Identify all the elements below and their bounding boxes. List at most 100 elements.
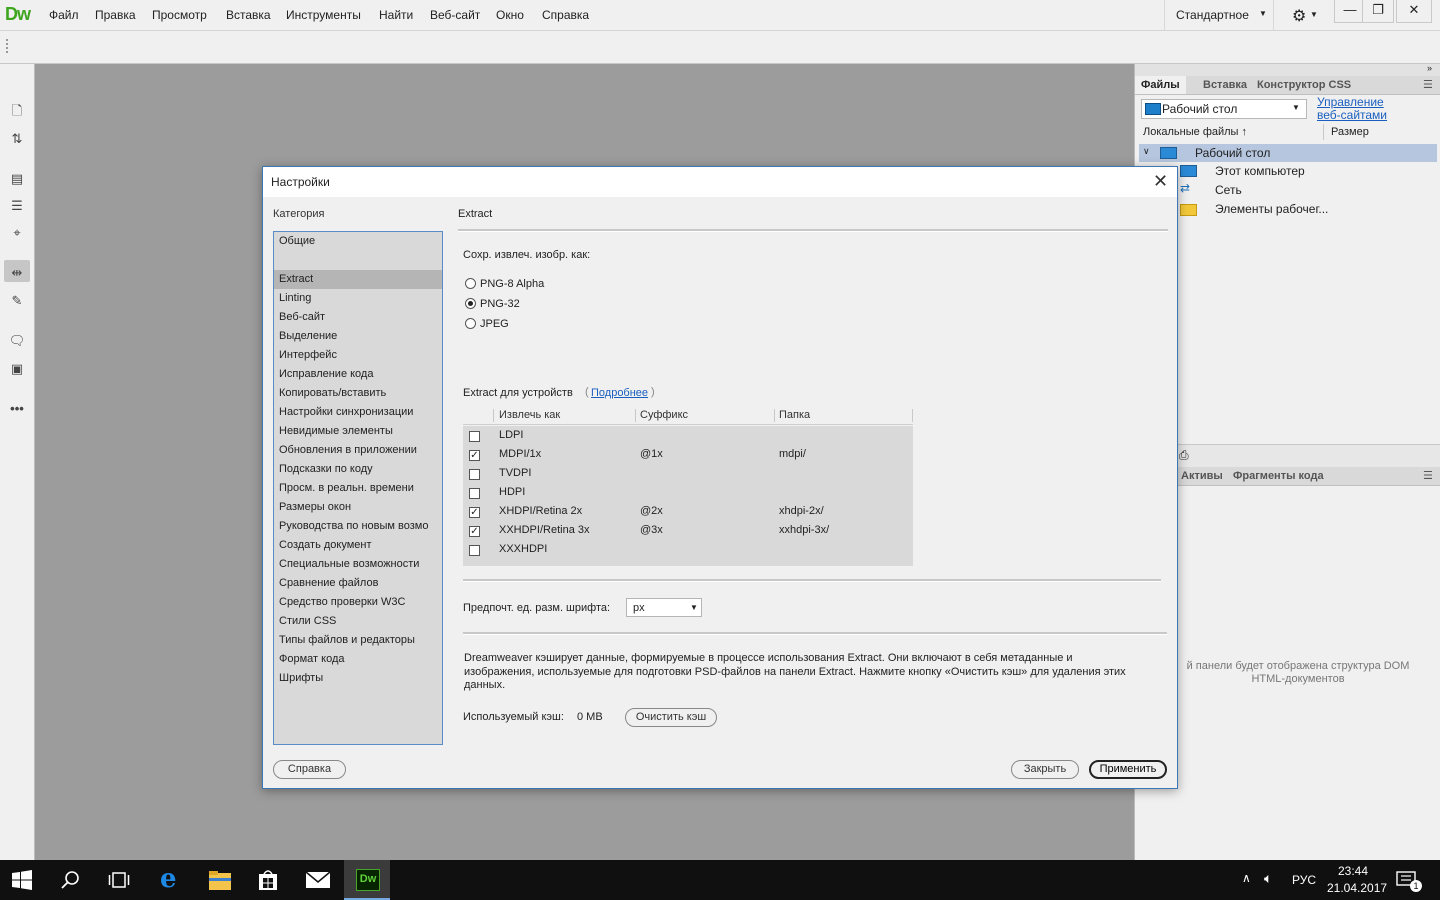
category-item[interactable]: Формат кода	[274, 650, 442, 669]
category-item[interactable]: Выделение	[274, 327, 442, 346]
device-name[interactable]: MDPI/1x	[499, 448, 541, 460]
expand-icon[interactable]: ⇹	[8, 264, 26, 282]
brush-icon[interactable]: ✎	[8, 292, 26, 310]
device-checkbox[interactable]: ✓	[469, 526, 480, 537]
new-document-icon[interactable]: 🗋	[8, 102, 26, 120]
dialog-titlebar[interactable]: Настройки ✕	[263, 167, 1177, 197]
apply-button[interactable]: Применить	[1089, 760, 1167, 779]
collapse-icon[interactable]: »	[1427, 63, 1432, 73]
more-info-link[interactable]: Подробнее	[591, 387, 648, 399]
category-item[interactable]: Просм. в реальн. времени	[274, 479, 442, 498]
category-item[interactable]: Средство проверки W3C	[274, 593, 442, 612]
category-item[interactable]: Невидимые элементы	[274, 422, 442, 441]
clear-cache-button[interactable]: Очистить кэш	[625, 708, 717, 727]
category-item[interactable]: Подсказки по коду	[274, 460, 442, 479]
restore-button[interactable]: ❐	[1362, 0, 1394, 23]
tree-row-selected[interactable]	[1139, 144, 1437, 162]
language-indicator[interactable]: РУС	[1292, 873, 1316, 887]
manage-sites-link[interactable]: Управление веб-сайтами	[1317, 96, 1387, 122]
category-item[interactable]: Типы файлов и редакторы	[274, 631, 442, 650]
volume-icon[interactable]: 🔈︎	[1264, 870, 1272, 887]
gear-icon[interactable]: ⚙	[1292, 6, 1306, 26]
menu-window[interactable]: Окно	[496, 8, 524, 22]
more-icon[interactable]: •••	[8, 400, 26, 418]
tab-css-designer[interactable]: Конструктор CSS	[1251, 76, 1357, 94]
code-view-icon[interactable]: ☰	[8, 197, 26, 215]
clock-date[interactable]: 21.04.2017	[1327, 881, 1387, 895]
windows-start-icon[interactable]	[12, 870, 32, 890]
site-select[interactable]: Рабочий стол ▼	[1141, 99, 1307, 119]
category-item[interactable]: Исправление кода	[274, 365, 442, 384]
category-item[interactable]: Стили CSS	[274, 612, 442, 631]
radio-png32-label[interactable]: PNG-32	[480, 298, 520, 310]
device-checkbox[interactable]: ✓	[469, 507, 480, 518]
category-item[interactable]: Интерфейс	[274, 346, 442, 365]
edge-browser-icon[interactable]: e	[160, 864, 177, 894]
font-unit-select[interactable]: px ▼	[626, 598, 702, 617]
device-name[interactable]: XXHDPI/Retina 3x	[499, 524, 589, 536]
chevron-up-icon[interactable]: ∧	[1242, 871, 1251, 885]
radio-png8-label[interactable]: PNG-8 Alpha	[480, 278, 544, 290]
panel-menu-icon[interactable]: ☰	[1423, 469, 1433, 482]
image-icon[interactable]: ▣	[8, 360, 26, 378]
panel-menu-icon[interactable]: ☰	[1423, 78, 1433, 91]
radio-png32[interactable]	[465, 298, 476, 309]
expand-chevron-icon[interactable]: ∨	[1143, 146, 1150, 157]
clock-time[interactable]: 23:44	[1338, 864, 1368, 878]
menu-help[interactable]: Справка	[542, 8, 589, 22]
radio-png8[interactable]	[465, 278, 476, 289]
store-icon[interactable]	[256, 868, 280, 892]
tab-files[interactable]: Файлы	[1135, 76, 1186, 94]
category-item[interactable]: Шрифты	[274, 669, 442, 688]
device-checkbox[interactable]	[469, 431, 480, 442]
target-icon[interactable]: ⌖	[8, 224, 26, 242]
close-icon[interactable]: ✕	[1153, 171, 1168, 192]
log-icon[interactable]: ⎙	[1179, 448, 1189, 463]
radio-jpeg-label[interactable]: JPEG	[480, 318, 509, 330]
category-item[interactable]: Размеры окон	[274, 498, 442, 517]
device-name[interactable]: HDPI	[499, 486, 525, 498]
device-name[interactable]: XHDPI/Retina 2x	[499, 505, 582, 517]
column-size[interactable]: Размер	[1331, 126, 1369, 138]
device-checkbox[interactable]	[469, 488, 480, 499]
live-view-icon[interactable]: ▤	[8, 170, 26, 188]
device-checkbox[interactable]	[469, 545, 480, 556]
menu-insert[interactable]: Вставка	[226, 8, 271, 22]
menu-find[interactable]: Найти	[379, 8, 413, 22]
help-button[interactable]: Справка	[273, 760, 346, 779]
tree-item-network[interactable]: Сеть	[1215, 183, 1242, 197]
category-item[interactable]: Сравнение файлов	[274, 574, 442, 593]
tree-item-desktop[interactable]: Рабочий стол	[1195, 146, 1270, 160]
category-list[interactable]: Общие Extract Linting Веб-сайт Выделение Инте…	[273, 231, 443, 745]
category-item[interactable]: Копировать/вставить	[274, 384, 442, 403]
column-local-files[interactable]: Локальные файлы ↑	[1143, 126, 1247, 138]
menu-tools[interactable]: Инструменты	[286, 8, 361, 22]
workspace-switcher[interactable]: Стандартное ▼	[1164, 0, 1274, 30]
file-explorer-icon[interactable]	[208, 869, 232, 891]
sort-arrows-icon[interactable]: ⇅	[8, 130, 26, 148]
category-item[interactable]: Создать документ	[274, 536, 442, 555]
tab-insert[interactable]: Вставка	[1197, 76, 1253, 94]
category-item[interactable]: Общие	[274, 232, 442, 251]
close-button[interactable]: ✕	[1396, 0, 1432, 23]
category-item[interactable]: Linting	[274, 289, 442, 308]
device-name[interactable]: TVDPI	[499, 467, 531, 479]
menu-edit[interactable]: Правка	[95, 8, 136, 22]
device-checkbox[interactable]	[469, 469, 480, 480]
menu-site[interactable]: Веб-сайт	[430, 8, 480, 22]
device-name[interactable]: XXXHDPI	[499, 543, 547, 555]
mail-icon[interactable]	[305, 871, 331, 889]
category-item[interactable]: Обновления в приложении	[274, 441, 442, 460]
tab-snippets[interactable]: Фрагменты кода	[1227, 467, 1330, 485]
menu-file[interactable]: Файл	[49, 8, 79, 22]
toolbar-grip[interactable]	[6, 39, 10, 53]
comment-icon[interactable]: 🗨	[8, 332, 26, 350]
menu-view[interactable]: Просмотр	[152, 8, 207, 22]
category-item[interactable]: Настройки синхронизации	[274, 403, 442, 422]
close-dialog-button[interactable]: Закрыть	[1011, 760, 1079, 779]
category-item[interactable]: Специальные возможности	[274, 555, 442, 574]
tree-item-desktop-items[interactable]: Элементы рабочег...	[1215, 202, 1328, 216]
device-name[interactable]: LDPI	[499, 429, 523, 441]
task-view-icon[interactable]	[108, 870, 130, 890]
taskbar-dreamweaver-button[interactable]: Dw	[344, 860, 390, 900]
